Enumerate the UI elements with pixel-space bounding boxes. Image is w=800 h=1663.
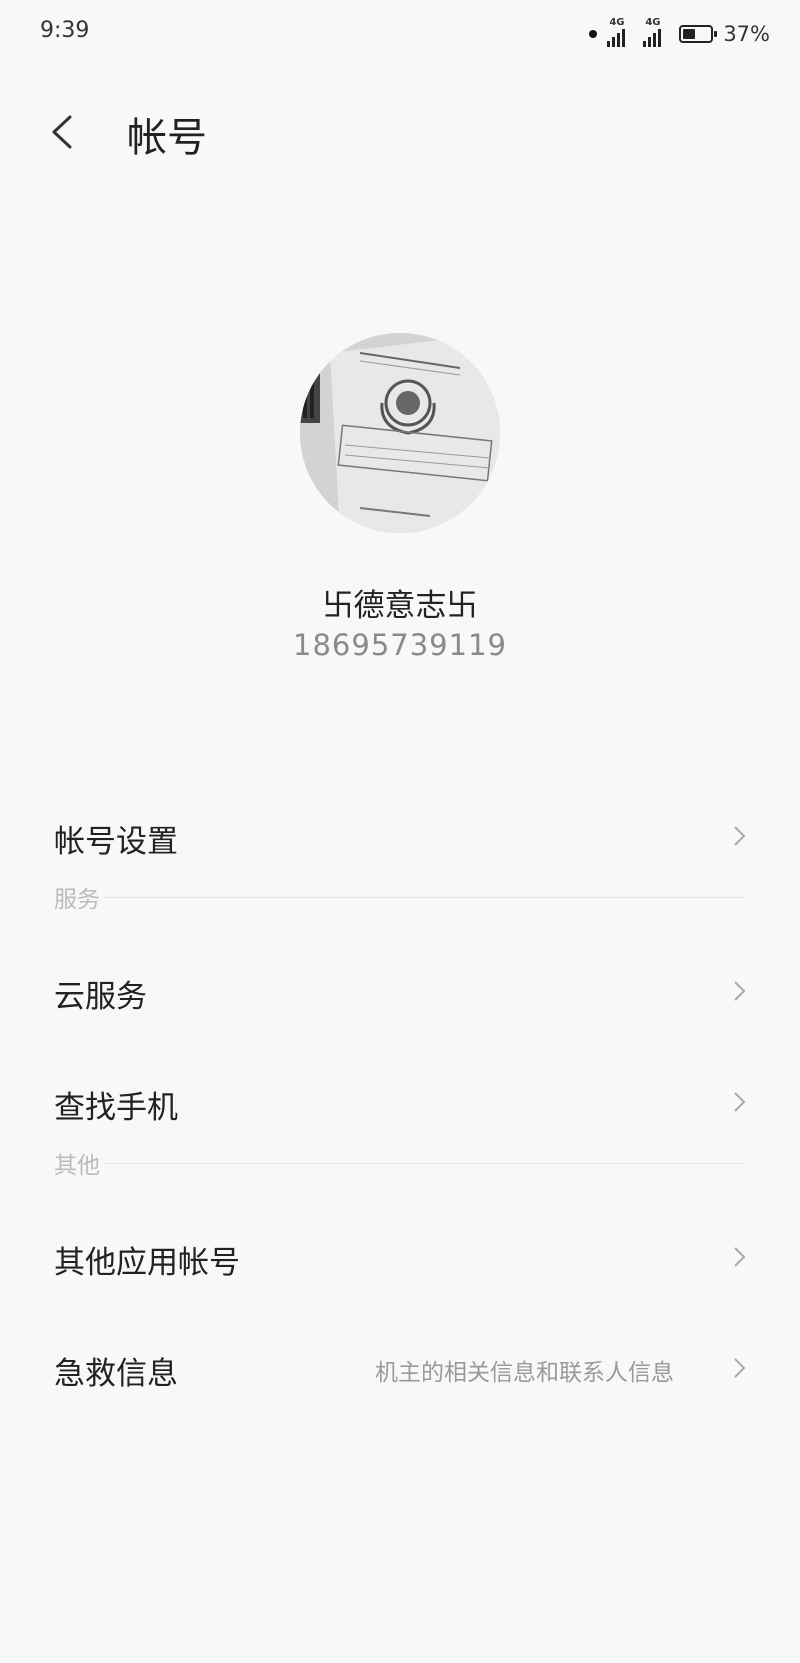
signal-4g-icon: 4G <box>607 17 633 47</box>
avatar[interactable] <box>300 333 500 533</box>
notification-dot-icon <box>589 30 598 38</box>
battery-percent: 37% <box>723 22 770 46</box>
page-title: 帐号 <box>127 115 207 161</box>
section-label: 其他 <box>54 1146 104 1180</box>
find-phone-row[interactable]: 查找手机 <box>0 1054 800 1150</box>
row-label: 急救信息 <box>54 1356 178 1392</box>
emergency-info-row[interactable]: 急救信息 机主的相关信息和联系人信息 <box>0 1320 800 1416</box>
chevron-right-icon <box>734 826 746 846</box>
other-app-accounts-row[interactable]: 其他应用帐号 <box>0 1209 800 1305</box>
profile-name: 卐德意志卐 <box>322 588 478 624</box>
chevron-right-icon <box>734 1247 746 1267</box>
avatar-image <box>300 333 500 533</box>
section-header-services: 服务 <box>54 880 746 920</box>
row-subtext: 机主的相关信息和联系人信息 <box>375 1360 674 1386</box>
chevron-left-icon <box>52 115 72 149</box>
section-divider <box>54 897 746 898</box>
battery-icon <box>679 25 718 43</box>
cloud-service-row[interactable]: 云服务 <box>0 943 800 1039</box>
section-header-other: 其他 <box>54 1146 746 1186</box>
chevron-right-icon <box>734 1092 746 1112</box>
row-label: 查找手机 <box>54 1090 178 1126</box>
section-label: 服务 <box>54 880 104 914</box>
back-button[interactable] <box>40 107 90 157</box>
row-label: 帐号设置 <box>54 824 178 860</box>
chevron-right-icon <box>734 981 746 1001</box>
row-label: 其他应用帐号 <box>54 1245 240 1281</box>
signal-4g-icon: 4G <box>643 17 669 47</box>
profile-phone: 18695739119 <box>293 628 507 662</box>
account-settings-row[interactable]: 帐号设置 <box>0 788 800 884</box>
header: 帐号 <box>0 95 800 175</box>
status-icons: 4G 4G 37% <box>589 17 770 50</box>
row-label: 云服务 <box>54 979 147 1015</box>
status-bar: 9:39 4G 4G 37% <box>0 0 800 70</box>
chevron-right-icon <box>734 1358 746 1378</box>
status-time: 9:39 <box>40 18 90 43</box>
section-divider <box>54 1163 746 1164</box>
